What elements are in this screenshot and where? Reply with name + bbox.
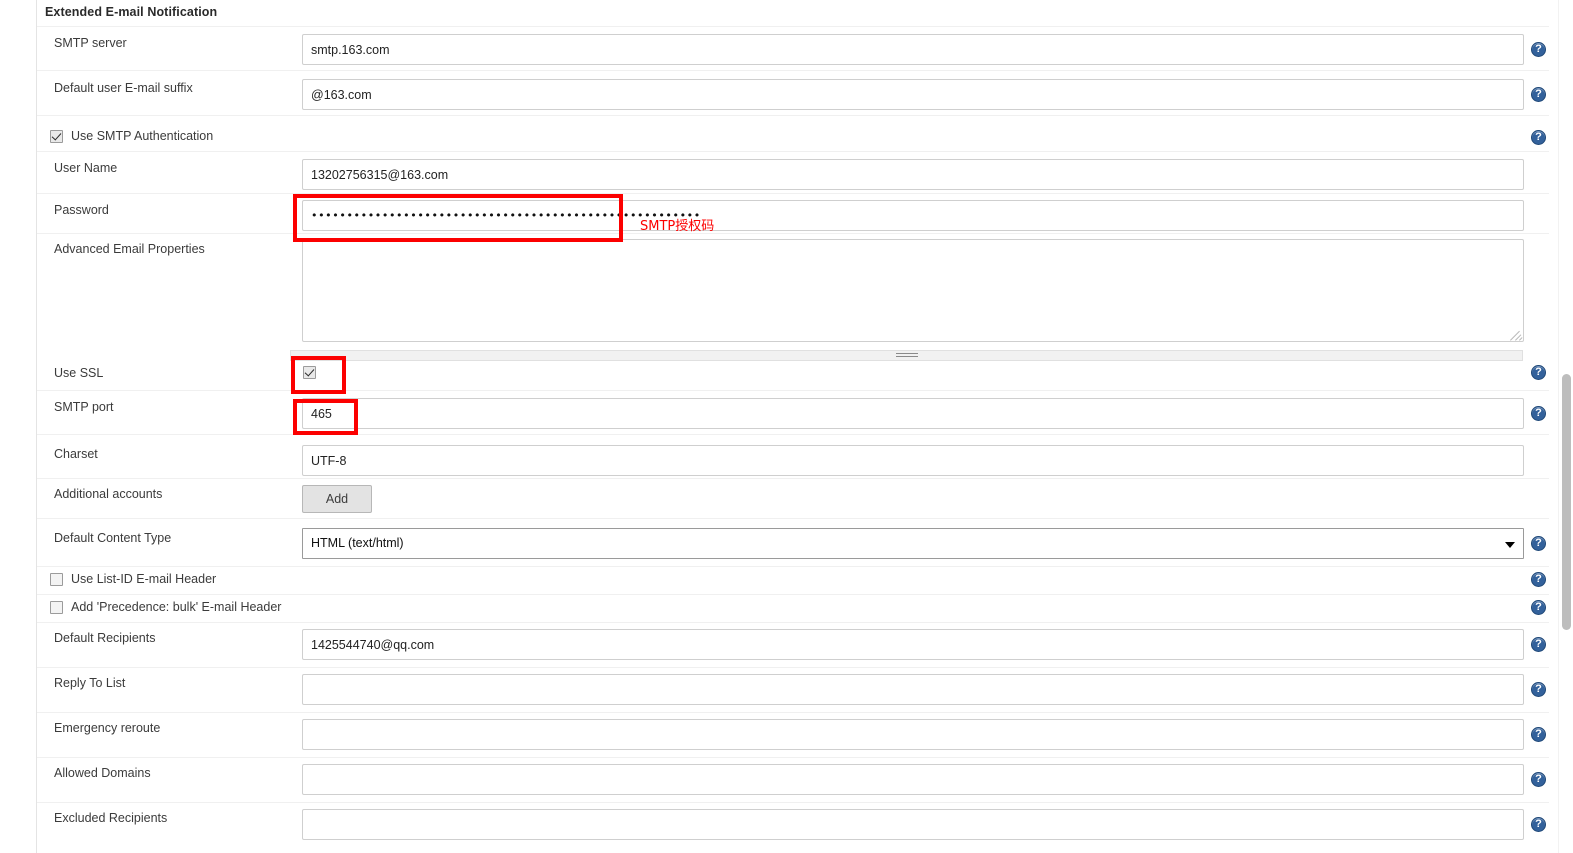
- row-default-recipients: Default Recipients: [37, 622, 1549, 667]
- row-default-content-type: Default Content Type HTML (text/html): [37, 518, 1549, 566]
- smtp-port-input[interactable]: [302, 398, 1524, 429]
- label-smtp-server: SMTP server: [54, 36, 127, 50]
- label-use-list-id-header: Use List-ID E-mail Header: [71, 572, 217, 586]
- page-title: Extended E-mail Notification: [45, 5, 218, 19]
- label-default-recipients: Default Recipients: [54, 631, 156, 645]
- row-allowed-domains: Allowed Domains: [37, 757, 1549, 802]
- reply-to-list-input[interactable]: [302, 674, 1524, 705]
- label-email-suffix: Default user E-mail suffix: [54, 81, 193, 95]
- row-emergency-reroute: Emergency reroute: [37, 712, 1549, 757]
- chevron-down-icon: [1505, 541, 1515, 548]
- excluded-recipients-input[interactable]: [302, 809, 1524, 840]
- password-input[interactable]: [302, 200, 1524, 231]
- row-excluded-recipients: Excluded Recipients: [37, 802, 1549, 853]
- label-emergency-reroute: Emergency reroute: [54, 721, 161, 735]
- row-precedence-header: Add 'Precedence: bulk' E-mail Header: [37, 594, 1549, 622]
- help-icon-list-id-header[interactable]: [1531, 572, 1546, 587]
- row-charset: Charset: [37, 434, 1549, 478]
- default-recipients-input[interactable]: [302, 629, 1524, 660]
- row-smtp-auth: Use SMTP Authentication: [37, 115, 1549, 151]
- help-icon-default-recipients[interactable]: [1531, 637, 1546, 652]
- label-allowed-domains: Allowed Domains: [54, 766, 151, 780]
- emergency-reroute-input[interactable]: [302, 719, 1524, 750]
- row-reply-to-list: Reply To List: [37, 667, 1549, 712]
- row-use-ssl: Use SSL: [37, 362, 1549, 390]
- row-list-id-header: Use List-ID E-mail Header: [37, 566, 1549, 594]
- user-name-input[interactable]: [302, 159, 1524, 190]
- help-icon-email-suffix[interactable]: [1531, 87, 1546, 102]
- label-password: Password: [54, 203, 109, 217]
- help-icon-smtp-server[interactable]: [1531, 42, 1546, 57]
- help-icon-smtp-auth[interactable]: [1531, 130, 1546, 145]
- scrollbar-grip-icon: [895, 352, 918, 359]
- row-additional-accounts: Additional accounts Add: [37, 478, 1549, 518]
- checkbox-use-ssl[interactable]: [303, 366, 316, 379]
- label-use-ssl: Use SSL: [54, 366, 104, 380]
- allowed-domains-input[interactable]: [302, 764, 1524, 795]
- help-icon-content-type[interactable]: [1531, 536, 1546, 551]
- label-advanced-email-properties: Advanced Email Properties: [54, 242, 205, 256]
- horizontal-scrollbar[interactable]: [290, 350, 1523, 361]
- charset-input[interactable]: [302, 445, 1524, 476]
- settings-page: Extended E-mail Notification SMTP server…: [0, 0, 1573, 853]
- label-smtp-port: SMTP port: [54, 400, 114, 414]
- default-content-type-select[interactable]: HTML (text/html): [302, 528, 1524, 559]
- row-email-suffix: Default user E-mail suffix: [37, 70, 1549, 115]
- add-account-button[interactable]: Add: [302, 485, 372, 513]
- default-content-type-value: HTML (text/html): [311, 536, 404, 550]
- email-suffix-input[interactable]: [302, 79, 1524, 110]
- row-smtp-server: SMTP server: [37, 26, 1549, 70]
- smtp-server-input[interactable]: [302, 34, 1524, 65]
- label-charset: Charset: [54, 447, 98, 461]
- help-icon-smtp-port[interactable]: [1531, 406, 1546, 421]
- help-icon-excluded-recipients[interactable]: [1531, 817, 1546, 832]
- label-user-name: User Name: [54, 161, 118, 175]
- label-default-content-type: Default Content Type: [54, 531, 172, 545]
- row-user-name: User Name: [37, 151, 1549, 193]
- checkbox-use-list-id-header[interactable]: [50, 573, 63, 586]
- help-icon-precedence-header[interactable]: [1531, 600, 1546, 615]
- checkbox-add-precedence-bulk-header[interactable]: [50, 601, 63, 614]
- help-icon-use-ssl[interactable]: [1531, 365, 1546, 380]
- checkbox-use-smtp-authentication[interactable]: [50, 130, 63, 143]
- row-password: Password: [37, 193, 1549, 233]
- row-advanced-email-properties: Advanced Email Properties: [37, 233, 1549, 350]
- row-smtp-port: SMTP port: [37, 390, 1549, 434]
- page-scrollbar-track[interactable]: [1558, 0, 1573, 853]
- annotation-text-password: SMTP授权码: [640, 219, 715, 234]
- label-use-smtp-authentication: Use SMTP Authentication: [71, 129, 214, 143]
- help-icon-emergency-reroute[interactable]: [1531, 727, 1546, 742]
- label-reply-to-list: Reply To List: [54, 676, 126, 690]
- help-icon-allowed-domains[interactable]: [1531, 772, 1546, 787]
- label-add-precedence-bulk-header: Add 'Precedence: bulk' E-mail Header: [71, 600, 282, 614]
- page-scrollbar-thumb[interactable]: [1562, 374, 1571, 630]
- help-icon-reply-to-list[interactable]: [1531, 682, 1546, 697]
- label-excluded-recipients: Excluded Recipients: [54, 811, 168, 825]
- advanced-email-properties-textarea[interactable]: [302, 239, 1524, 342]
- label-additional-accounts: Additional accounts: [54, 487, 163, 501]
